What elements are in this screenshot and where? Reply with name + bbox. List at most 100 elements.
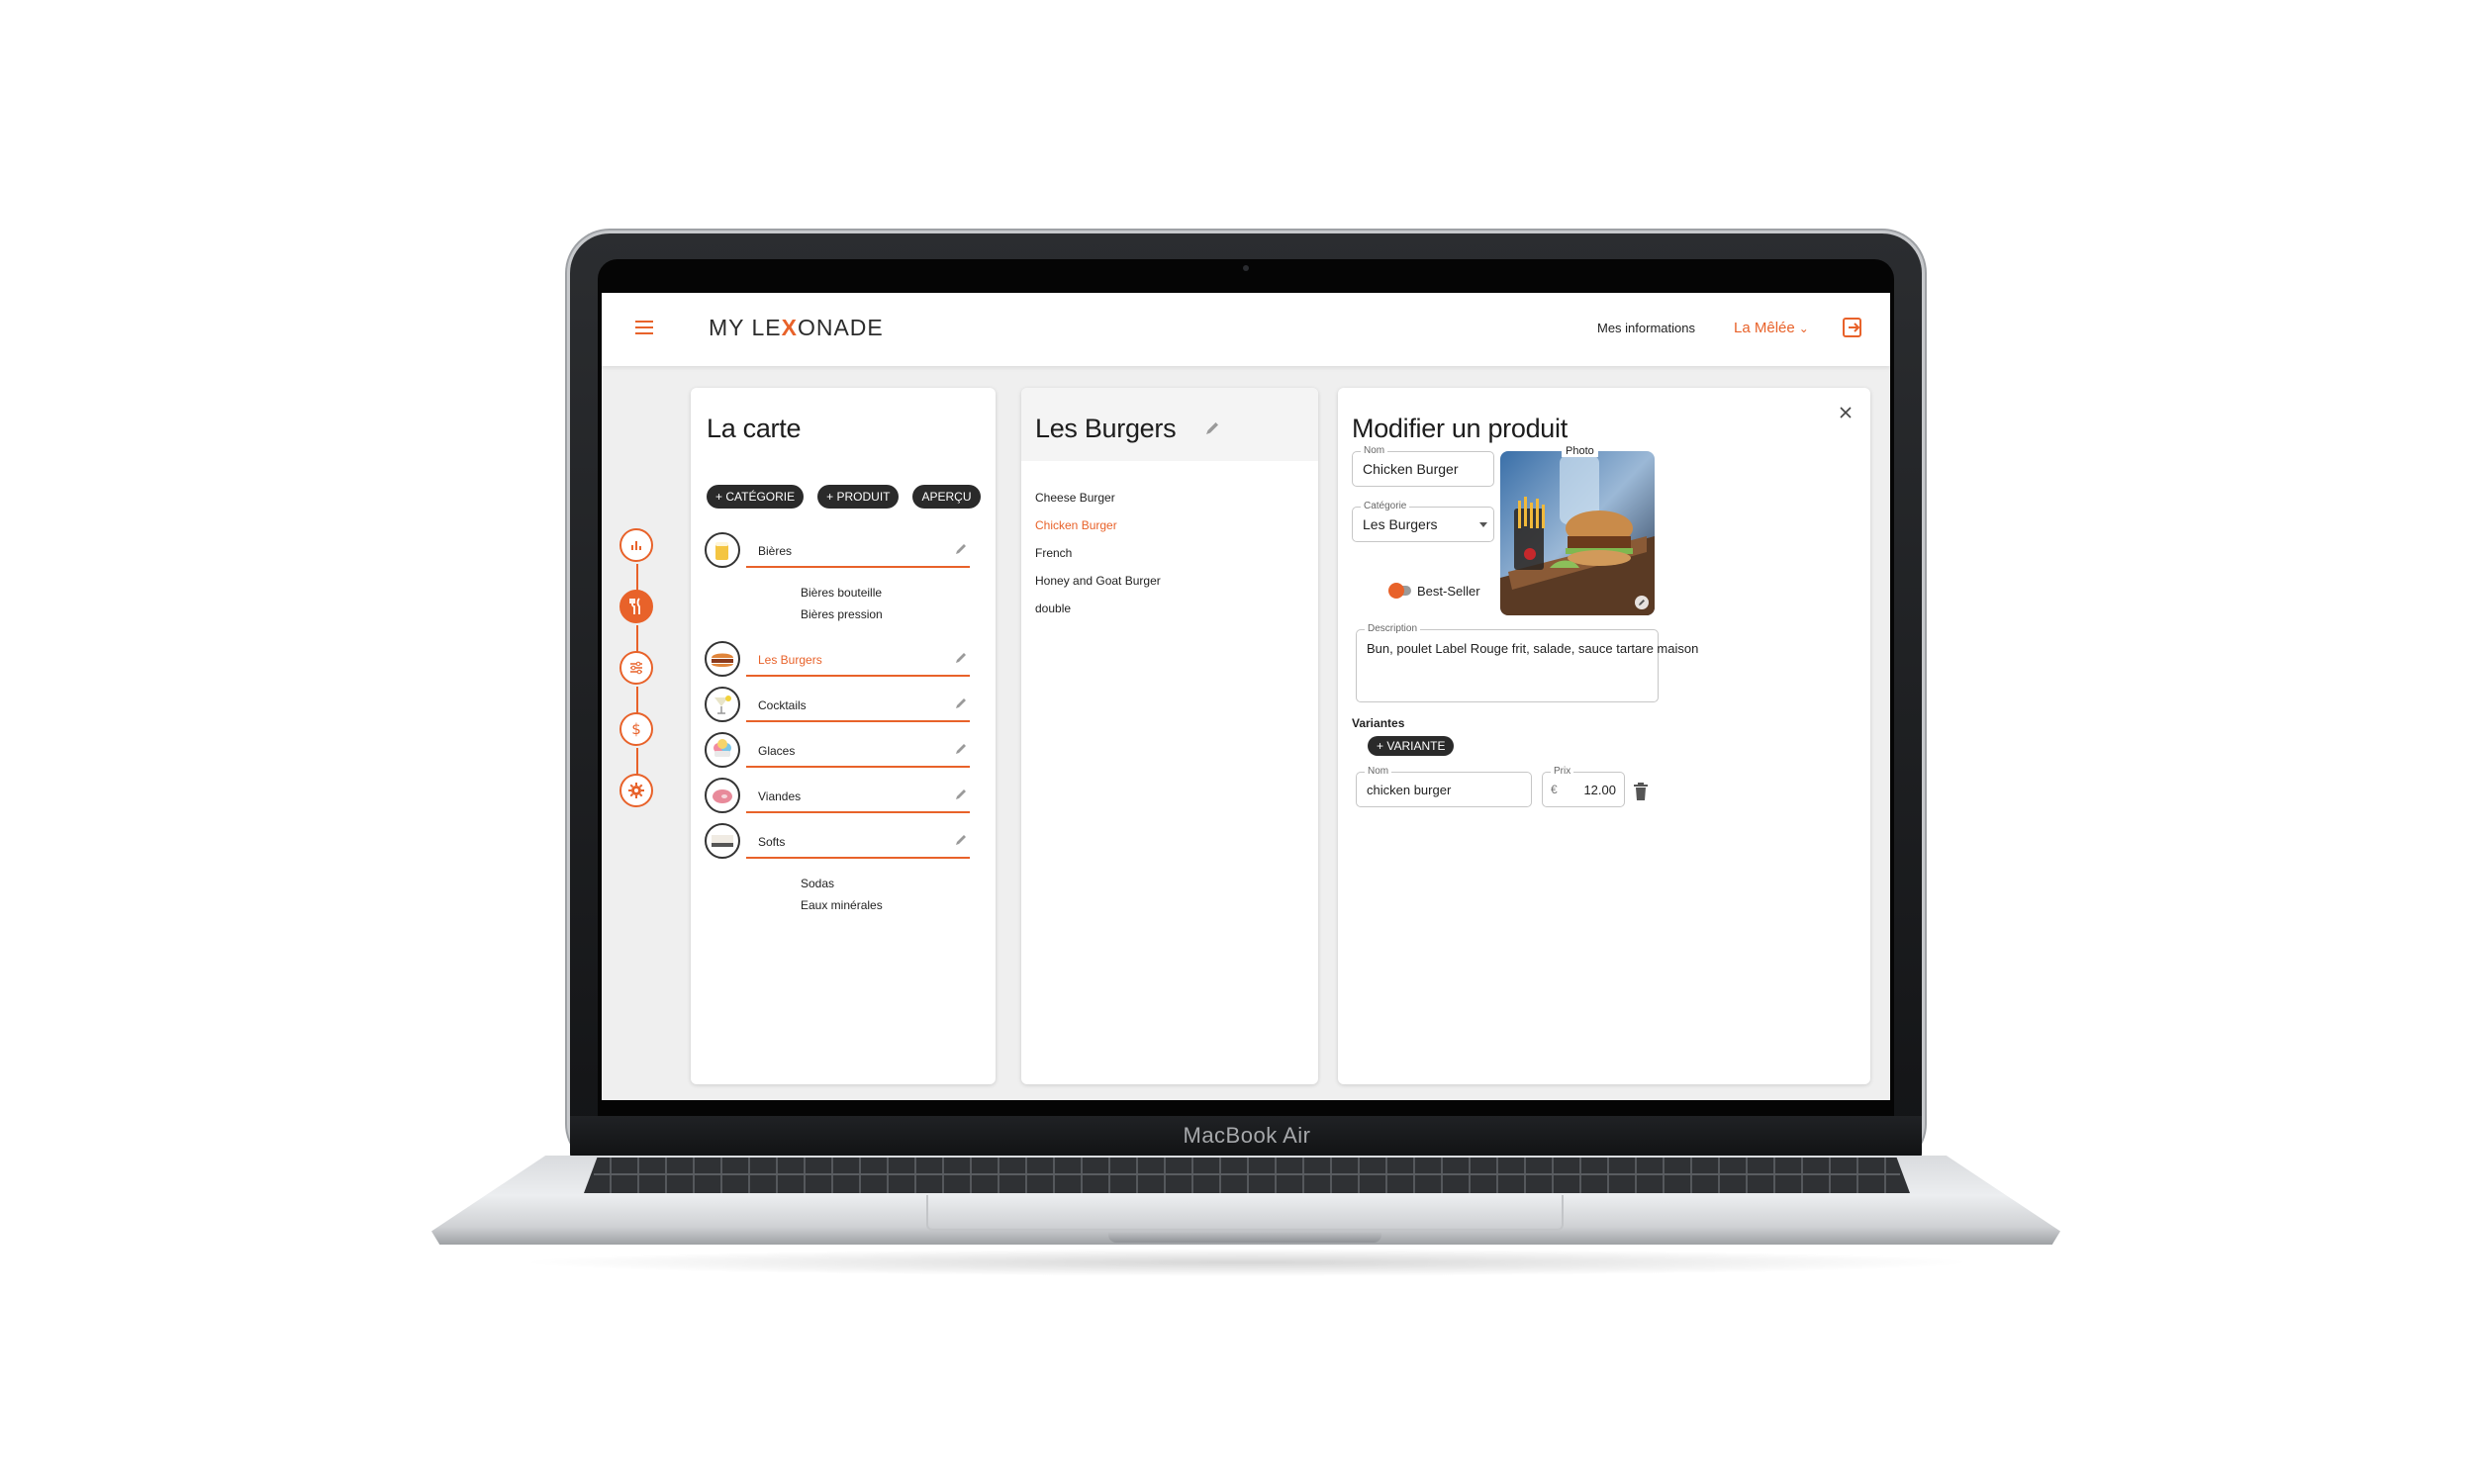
camera-icon	[1243, 265, 1249, 271]
variant-name-field[interactable]: Nom chicken burger	[1356, 766, 1532, 807]
pencil-icon[interactable]	[954, 696, 968, 710]
field-label: Description	[1365, 623, 1421, 634]
keyboard-divider	[594, 1173, 1900, 1175]
category-label: Les Burgers	[758, 653, 822, 667]
rail-connector	[636, 564, 638, 592]
device-brand-label: MacBook Air	[1183, 1123, 1311, 1148]
price-value: 12.00	[1583, 783, 1616, 797]
pencil-icon[interactable]	[954, 542, 968, 556]
category-underline	[746, 766, 970, 768]
close-icon[interactable]	[1837, 404, 1855, 421]
category-underline	[746, 675, 970, 677]
laptop-shadow	[515, 1249, 1979, 1276]
beer-icon	[705, 532, 740, 568]
category-glaces[interactable]: Glaces	[705, 730, 982, 782]
burger-icon	[705, 641, 740, 677]
category-label: Bières	[758, 544, 793, 558]
bestseller-label: Best-Seller	[1417, 584, 1480, 599]
category-label: Softs	[758, 835, 786, 849]
keyboard	[584, 1158, 1910, 1193]
toggle-knob	[1388, 583, 1404, 599]
category-underline	[746, 566, 970, 568]
category-les-burgers[interactable]: Les Burgers	[705, 639, 982, 691]
product-item[interactable]: double	[1035, 602, 1071, 615]
category-underline	[746, 720, 970, 722]
ice-cream-icon	[705, 732, 740, 768]
products-panel-title: Les Burgers	[1035, 414, 1177, 443]
soft-drink-icon	[705, 823, 740, 859]
product-item[interactable]: Cheese Burger	[1035, 491, 1115, 505]
gear-icon[interactable]	[619, 774, 653, 807]
venue-label: La Mêlée	[1734, 320, 1795, 336]
category-label: Cocktails	[758, 698, 807, 712]
venue-selector[interactable]: La Mêlée ⌄	[1734, 320, 1809, 336]
cutlery-icon[interactable]	[619, 590, 653, 623]
variants-heading: Variantes	[1352, 716, 1405, 730]
field-label: Nom	[1361, 445, 1388, 456]
side-navigation: $	[619, 528, 655, 964]
device-mockup: { "device": {"brand_label": "MacBook Air…	[0, 0, 2474, 1484]
bestseller-toggle[interactable]	[1388, 583, 1411, 599]
dropdown-arrow-icon	[1479, 522, 1487, 527]
description-field[interactable]: Description Bun, poulet Label Rouge frit…	[1356, 623, 1698, 702]
steak-icon	[705, 778, 740, 813]
add-product-button[interactable]: + PRODUIT	[817, 485, 900, 509]
preview-button[interactable]: APERÇU	[912, 485, 981, 509]
trash-icon[interactable]	[1633, 782, 1649, 801]
logout-icon[interactable]	[1843, 318, 1864, 337]
edit-product-panel: Modifier un produit Nom Chicken Burger C…	[1338, 388, 1870, 1084]
add-category-button[interactable]: + CATÉGORIE	[707, 485, 805, 509]
field-label: Catégorie	[1361, 501, 1410, 511]
rail-connector	[636, 748, 638, 776]
category-label: Glaces	[758, 744, 796, 758]
lid-notch	[1108, 1233, 1381, 1243]
category-select[interactable]: Catégorie Les Burgers	[1352, 501, 1494, 542]
photo-label: Photo	[1562, 445, 1598, 457]
subcategory-item[interactable]: Bières bouteille	[801, 586, 882, 600]
subcategory-item[interactable]: Sodas	[801, 877, 834, 890]
field-label: Nom	[1365, 766, 1392, 777]
category-label: Viandes	[758, 789, 802, 803]
logo-suffix: ONADE	[797, 315, 884, 340]
category-softs[interactable]: Softs	[705, 821, 982, 873]
category-cocktails[interactable]: Cocktails	[705, 685, 982, 736]
pencil-icon[interactable]	[954, 651, 968, 665]
pencil-icon[interactable]	[954, 788, 968, 801]
edit-photo-pencil-icon[interactable]	[1635, 596, 1649, 609]
category-underline	[746, 857, 970, 859]
category-viandes[interactable]: Viandes	[705, 776, 982, 827]
app-screen: MY LEXONADE Mes informations La Mêlée ⌄ $	[602, 293, 1890, 1100]
bar-chart-icon[interactable]	[619, 528, 653, 562]
rail-connector	[636, 625, 638, 653]
subcategory-item[interactable]: Bières pression	[801, 607, 883, 621]
menu-panel: La carte + CATÉGORIE + PRODUIT APERÇU Bi…	[691, 388, 996, 1084]
my-info-link[interactable]: Mes informations	[1597, 321, 1695, 335]
field-value: chicken burger	[1367, 783, 1452, 797]
edit-panel-title: Modifier un produit	[1352, 414, 1568, 443]
trackpad	[926, 1195, 1564, 1231]
field-value: Les Burgers	[1363, 516, 1438, 532]
dollar-icon[interactable]: $	[619, 712, 653, 746]
category-bieres[interactable]: Bières	[705, 530, 982, 582]
app-logo[interactable]: MY LEXONADE	[709, 315, 884, 341]
currency-symbol: €	[1551, 783, 1558, 796]
variant-price-field[interactable]: Prix € 12.00	[1542, 766, 1625, 807]
product-photo[interactable]	[1500, 451, 1655, 615]
product-name-field[interactable]: Nom Chicken Burger	[1352, 445, 1494, 487]
edit-category-pencil-icon[interactable]	[1203, 419, 1221, 437]
product-item[interactable]: French	[1035, 546, 1072, 560]
subcategory-item[interactable]: Eaux minérales	[801, 898, 883, 912]
pencil-icon[interactable]	[954, 833, 968, 847]
field-value: Bun, poulet Label Rouge frit, salade, sa…	[1367, 641, 1699, 656]
sliders-icon[interactable]	[619, 651, 653, 685]
add-variant-button[interactable]: + VARIANTE	[1368, 736, 1455, 756]
pencil-icon[interactable]	[954, 742, 968, 756]
logo-prefix: MY LE	[709, 315, 782, 340]
chevron-down-icon: ⌄	[1798, 322, 1809, 335]
logo-mark: X	[781, 315, 798, 340]
product-item[interactable]: Honey and Goat Burger	[1035, 574, 1161, 588]
menu-panel-title: La carte	[707, 414, 802, 443]
hamburger-menu-icon[interactable]	[635, 321, 653, 334]
product-item-selected[interactable]: Chicken Burger	[1035, 518, 1117, 532]
products-panel: Les Burgers Cheese Burger Chicken Burger…	[1021, 388, 1318, 1084]
